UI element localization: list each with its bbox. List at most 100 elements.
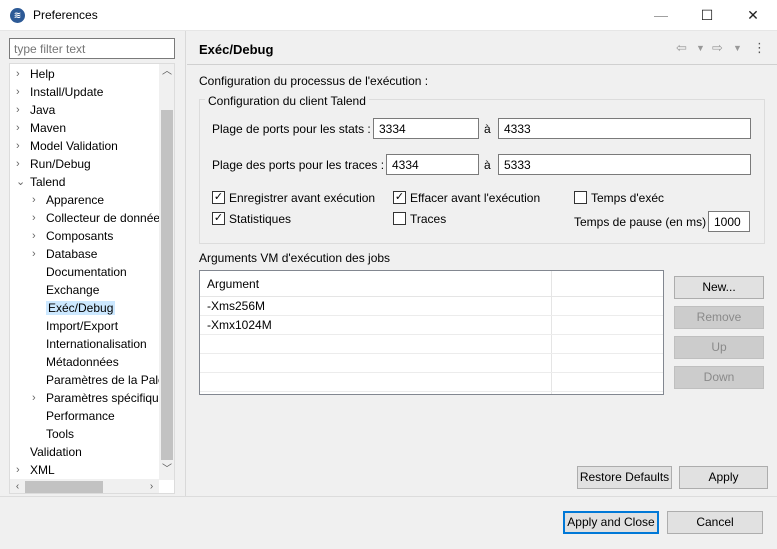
collapsed-chevron-icon[interactable]: › xyxy=(16,83,26,101)
tree-item[interactable]: ⌄ Talend xyxy=(16,173,65,191)
tree-item-label: XML xyxy=(30,463,55,477)
tree-item[interactable]: Internationalisation xyxy=(32,335,147,353)
scroll-right-icon[interactable]: › xyxy=(144,479,159,493)
up-button[interactable]: Up xyxy=(674,336,764,359)
collapsed-chevron-icon[interactable]: › xyxy=(16,65,26,83)
tree-item[interactable]: › Paramètres spécifique xyxy=(32,389,165,407)
traces-port-from-field[interactable] xyxy=(386,154,479,175)
table-header[interactable]: Argument xyxy=(200,271,663,297)
expanded-chevron-icon[interactable]: ⌄ xyxy=(16,173,26,191)
scroll-down-icon[interactable]: ﹀ xyxy=(159,462,174,478)
tree-item-label: Exchange xyxy=(46,283,100,297)
tree-item[interactable]: Tools xyxy=(32,425,74,443)
stats-port-from-field[interactable] xyxy=(373,118,479,139)
checkbox-checked-icon: ✓ xyxy=(212,191,225,204)
preferences-tree: › Help › Install/Update › Java › Maven › Model Va… xyxy=(9,63,175,494)
collapsed-chevron-icon[interactable]: › xyxy=(16,155,26,173)
scroll-up-icon[interactable]: ︿ xyxy=(159,64,174,80)
tree-item-label: Database xyxy=(46,247,98,261)
tree-item[interactable]: Import/Export xyxy=(32,317,118,335)
collapsed-chevron-icon[interactable]: › xyxy=(32,191,42,209)
tree-item[interactable]: Exéc/Debug xyxy=(32,299,116,317)
tree-item[interactable]: › Composants xyxy=(32,227,113,245)
tree-item[interactable]: › Maven xyxy=(16,119,66,137)
scroll-left-icon[interactable]: ‹ xyxy=(10,479,25,493)
process-config-label: Configuration du processus de l'exécutio… xyxy=(199,74,429,88)
filter-input[interactable] xyxy=(9,38,175,59)
tree-item-label: Help xyxy=(30,67,55,81)
forward-arrow-icon[interactable]: ⇨ xyxy=(712,40,723,56)
tree-item-label: Import/Export xyxy=(46,319,119,333)
scroll-thumb[interactable] xyxy=(161,110,173,460)
page-title: Exéc/Debug xyxy=(199,42,274,57)
tree-item[interactable]: Documentation xyxy=(32,263,127,281)
tree-item-label: Install/Update xyxy=(30,85,104,99)
collapsed-chevron-icon[interactable]: › xyxy=(32,227,42,245)
apply-and-close-button[interactable]: Apply and Close xyxy=(563,511,659,534)
cancel-button[interactable]: Cancel xyxy=(667,511,763,534)
tree-item[interactable]: › Install/Update xyxy=(16,83,103,101)
tree-item[interactable]: › Collecteur de donnée xyxy=(32,209,160,227)
more-options-icon[interactable]: ⋮ xyxy=(753,40,766,56)
traces-port-to-field[interactable] xyxy=(498,154,751,175)
stats-port-to-field[interactable] xyxy=(498,118,751,139)
tree-item-label: Métadonnées xyxy=(46,355,119,369)
traces-to-label: à xyxy=(484,158,491,172)
table-row-empty xyxy=(200,335,663,354)
forward-menu-icon[interactable]: ▼ xyxy=(733,43,742,53)
table-row[interactable]: -Xms256M xyxy=(200,297,663,316)
client-config-group-label: Configuration du client Talend xyxy=(205,94,369,108)
minimize-button[interactable]: — xyxy=(638,0,684,31)
tree-item-label: Model Validation xyxy=(30,139,118,153)
tree-item-label: Paramètres spécifique xyxy=(46,391,166,405)
restore-defaults-button[interactable]: Restore Defaults xyxy=(577,466,672,489)
tree-item-label: Run/Debug xyxy=(30,157,91,171)
tree-item[interactable]: › Database xyxy=(32,245,97,263)
tree-item[interactable]: › Help xyxy=(16,65,55,83)
tree-item[interactable]: Paramètres de la Pale xyxy=(32,371,165,389)
traces-ports-label: Plage des ports pour les traces : xyxy=(212,158,385,172)
collapsed-chevron-icon[interactable]: › xyxy=(32,245,42,263)
tree-item-label: Tools xyxy=(46,427,75,441)
back-menu-icon[interactable]: ▼ xyxy=(696,43,705,53)
app-icon: ≋ xyxy=(10,8,25,23)
collapsed-chevron-icon[interactable]: › xyxy=(16,137,26,155)
collapsed-chevron-icon[interactable]: › xyxy=(32,209,42,227)
tree-item[interactable]: Validation xyxy=(16,443,82,461)
window-title: Preferences xyxy=(33,8,98,22)
collapsed-chevron-icon[interactable]: › xyxy=(32,389,42,407)
remove-button[interactable]: Remove xyxy=(674,306,764,329)
close-button[interactable]: ✕ xyxy=(730,0,776,31)
table-row-empty xyxy=(200,373,663,392)
tree-item-label: Java xyxy=(30,103,56,117)
vm-args-table: Argument -Xms256M -Xmx1024M xyxy=(199,270,664,395)
tree-item[interactable]: › Model Validation xyxy=(16,137,118,155)
tree-item[interactable]: Exchange xyxy=(32,281,99,299)
maximize-button[interactable]: ☐ xyxy=(684,0,730,31)
tree-item[interactable]: Performance xyxy=(32,407,115,425)
table-row[interactable]: -Xmx1024M xyxy=(200,316,663,335)
new-button[interactable]: New... xyxy=(674,276,764,299)
tree-item[interactable]: › Java xyxy=(16,101,55,119)
scroll-thumb-horizontal[interactable] xyxy=(25,481,103,493)
tree-item-label: Maven xyxy=(30,121,67,135)
tree-item[interactable]: Métadonnées xyxy=(32,353,119,371)
collapsed-chevron-icon[interactable]: › xyxy=(16,101,26,119)
tree-vertical-scrollbar[interactable]: ︿ ﹀ xyxy=(159,64,174,480)
splitter[interactable] xyxy=(185,31,186,496)
tree-item-label: Talend xyxy=(30,175,66,189)
collapsed-chevron-icon[interactable]: › xyxy=(16,461,26,479)
tree-item[interactable]: › Run/Debug xyxy=(16,155,91,173)
footer-divider xyxy=(0,496,777,497)
back-arrow-icon[interactable]: ⇦ xyxy=(676,40,687,56)
collapsed-chevron-icon[interactable]: › xyxy=(16,119,26,137)
tree-item[interactable]: › XML xyxy=(16,461,55,479)
vm-args-label: Arguments VM d'exécution des jobs xyxy=(199,251,391,265)
tree-horizontal-scrollbar[interactable]: ‹ › xyxy=(10,479,159,493)
tree-item-label: Internationalisation xyxy=(46,337,147,351)
checkbox-unchecked-icon xyxy=(574,191,587,204)
down-button[interactable]: Down xyxy=(674,366,764,389)
tree-item[interactable]: › Apparence xyxy=(32,191,104,209)
pause-time-field[interactable] xyxy=(708,211,750,232)
apply-button[interactable]: Apply xyxy=(679,466,768,489)
